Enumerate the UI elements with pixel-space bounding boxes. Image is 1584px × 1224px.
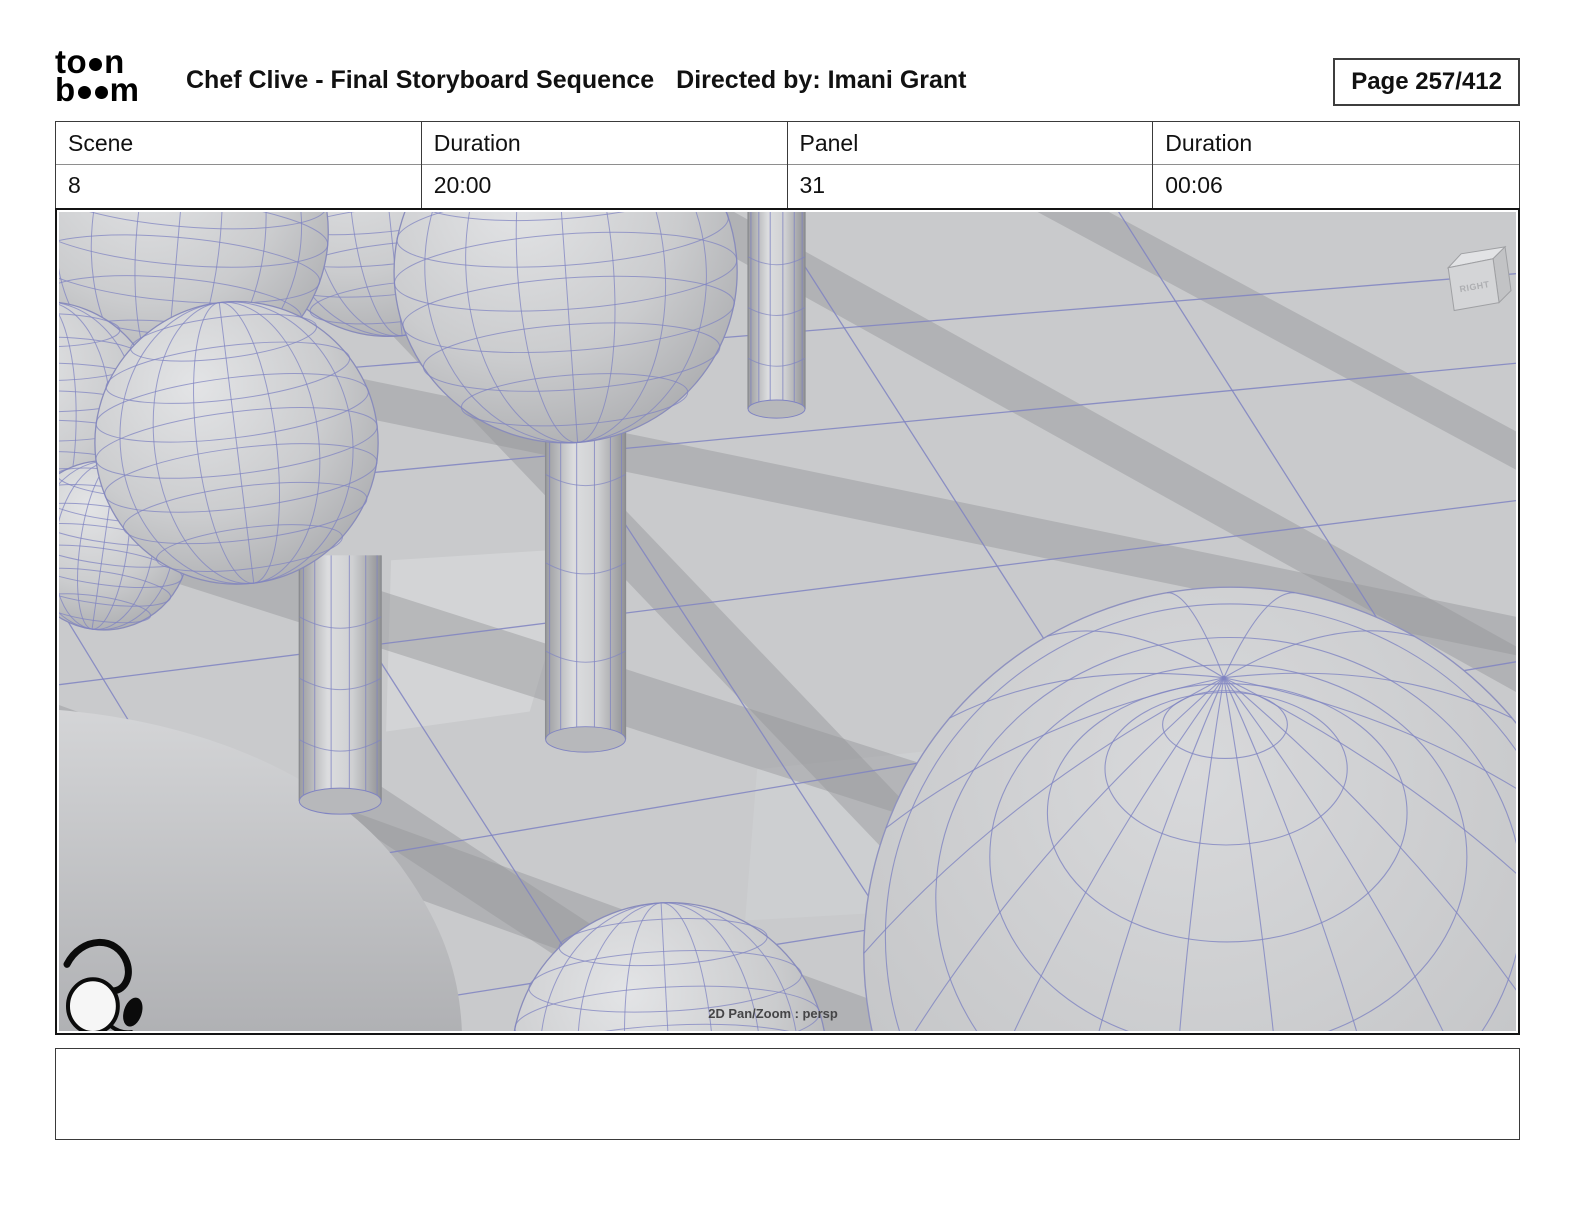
logo-text: m: [110, 71, 140, 109]
info-cell-value: 20:00: [422, 165, 787, 208]
info-cell-duration-scene: Duration 20:00: [422, 122, 788, 208]
info-cell-duration-panel: Duration 00:06: [1153, 122, 1519, 208]
toonboom-logo: to n b m: [55, 48, 140, 104]
info-cell-value: 00:06: [1153, 165, 1519, 208]
caption-box: [55, 1048, 1520, 1140]
logo-dot-icon: [95, 86, 108, 99]
viewport-overlay-label: 2D Pan/Zoom : persp: [708, 1006, 838, 1021]
info-cell-panel: Panel 31: [788, 122, 1154, 208]
info-cell-value: 31: [788, 165, 1153, 208]
logo-text: b: [55, 71, 76, 109]
logo-line-2: b m: [55, 76, 140, 104]
info-cell-label: Scene: [56, 122, 421, 165]
storyboard-panel-image: 2D Pan/Zoom : persp RIGHT: [59, 212, 1516, 1031]
info-cell-label: Duration: [422, 122, 787, 165]
info-cell-scene: Scene 8: [56, 122, 422, 208]
info-cell-label: Panel: [788, 122, 1153, 165]
info-cell-value: 8: [56, 165, 421, 208]
page-number-badge: Page 257/412: [1333, 58, 1520, 106]
document-title: Chef Clive - Final Storyboard Sequence: [186, 66, 654, 95]
logo-dot-icon: [78, 86, 91, 99]
storyboard-panel-frame: 2D Pan/Zoom : persp RIGHT: [55, 208, 1520, 1035]
panel-info-table: Scene 8 Duration 20:00 Panel 31 Duration…: [55, 121, 1520, 209]
directed-by-label: Directed by: Imani Grant: [676, 66, 966, 95]
logo-dot-icon: [89, 58, 102, 71]
info-cell-label: Duration: [1153, 122, 1519, 165]
